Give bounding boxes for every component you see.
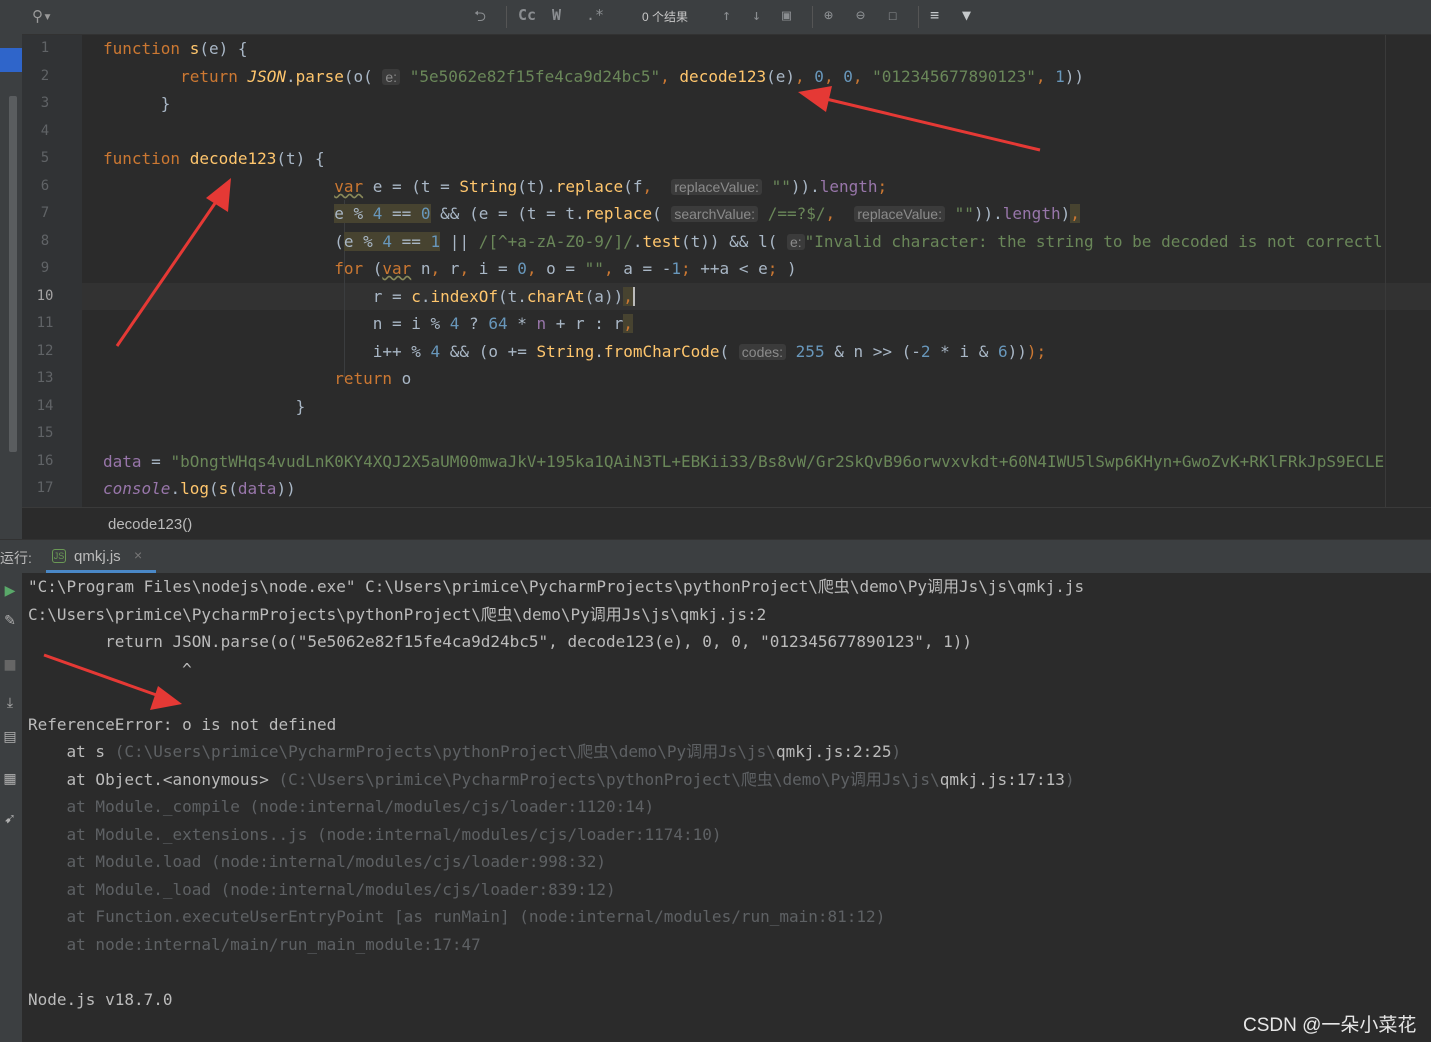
code-line: var e = (t = String(t).replace(f, replac… xyxy=(334,177,888,196)
left-tool-strip xyxy=(0,0,22,540)
line-number: 8 xyxy=(40,233,50,249)
layout-icon[interactable]: ▦ xyxy=(2,771,18,787)
pin-icon[interactable]: ➹ xyxy=(2,811,18,827)
search-input[interactable]: ⚲▾ xyxy=(28,5,468,29)
add-occurrence-icon[interactable]: ⊕ xyxy=(824,6,833,24)
stack-frame-internal: at Function.executeUserEntryPoint [as ru… xyxy=(28,907,886,926)
code-line: i++ % 4 && (o += String.fromCharCode( co… xyxy=(103,342,1047,361)
console-line: ^ xyxy=(28,660,192,679)
regex-button[interactable]: .* xyxy=(586,6,604,24)
line-number: 3 xyxy=(40,95,50,111)
next-occurrence-icon[interactable]: ↓ xyxy=(752,6,761,24)
watermark: CSDN @一朵小菜花 xyxy=(1243,1015,1417,1036)
toolbar-separator xyxy=(812,6,813,28)
stop-icon[interactable]: ■ xyxy=(2,657,18,673)
code-line: function s(e) { xyxy=(103,39,248,58)
print-icon[interactable]: ▤ xyxy=(2,729,18,745)
line-number: 6 xyxy=(40,178,50,194)
stack-frame-internal: at Module.load (node:internal/modules/cj… xyxy=(28,852,606,871)
code-line: r = c.indexOf(t.charAt(a)), xyxy=(103,287,635,306)
search-results-count: 0 个结果 xyxy=(642,10,689,24)
error-message: ReferenceError: o is not defined xyxy=(28,715,337,734)
rerun-icon[interactable]: ▶ xyxy=(2,583,18,599)
code-line: return o xyxy=(334,369,412,388)
right-margin-guide xyxy=(1385,35,1386,507)
line-number: 11 xyxy=(36,315,54,331)
toolbar-separator xyxy=(918,6,919,28)
code-line: n = i % 4 ? 64 * n + r : r, xyxy=(103,314,633,333)
run-side-toolbar: ▶ ✎ ■ ⤓ ▤ ▦ ➹ xyxy=(0,573,22,1042)
line-number: 16 xyxy=(36,453,54,469)
previous-occurrence-icon[interactable]: ↑ xyxy=(722,6,731,24)
stack-frame: at Object.<anonymous> (C:\Users\primice\… xyxy=(28,770,1075,789)
select-all-icon[interactable]: ▣ xyxy=(782,6,791,24)
line-number: 5 xyxy=(40,150,50,166)
project-marker[interactable] xyxy=(0,48,22,72)
stack-link[interactable]: qmkj.js:2:25 xyxy=(776,742,892,761)
console-line: "C:\Program Files\nodejs\node.exe" C:\Us… xyxy=(28,577,1085,596)
code-line: console.log(s(data)) xyxy=(103,479,296,498)
toolbar-separator xyxy=(506,6,507,28)
editor-gutter: 1 2 3 4 5 6 7 8 9 10 11 12 13 14 15 16 1… xyxy=(22,35,99,507)
console-line: C:\Users\primice\PycharmProjects\pythonP… xyxy=(28,605,767,624)
code-line: } xyxy=(103,94,171,113)
breadcrumb: decode123() xyxy=(22,507,1431,540)
line-number: 9 xyxy=(40,260,50,276)
left-scrollbar[interactable] xyxy=(9,96,17,452)
stack-frame-internal: at Module._compile (node:internal/module… xyxy=(28,797,655,816)
line-number: 1 xyxy=(40,40,50,56)
run-console[interactable]: "C:\Program Files\nodejs\node.exe" C:\Us… xyxy=(22,573,1431,1042)
line-number: 7 xyxy=(40,205,50,221)
breadcrumb-item[interactable]: decode123() xyxy=(108,516,192,533)
line-number: 13 xyxy=(36,370,54,386)
stack-frame-internal: at node:internal/main/run_main_module:17… xyxy=(28,935,481,954)
whole-word-button[interactable]: W xyxy=(552,6,561,24)
undo-icon[interactable]: ⮌ xyxy=(474,6,486,31)
remove-occurrence-icon[interactable]: ⊖ xyxy=(856,6,865,24)
tab-title: qmkj.js xyxy=(74,548,121,565)
scroll-to-end-icon[interactable]: ⤓ xyxy=(2,695,18,711)
find-toolbar: ⚲▾ ⮌ Cc W .* 0 个结果 ↑ ↓ ▣ ⊕ ⊖ ☐ ≡ ▼ xyxy=(22,0,1431,35)
run-tool-window-header: 运行: JS qmkj.js × xyxy=(0,539,1431,574)
line-number: 12 xyxy=(36,343,54,359)
match-case-button[interactable]: Cc xyxy=(518,6,536,24)
close-icon[interactable]: × xyxy=(134,547,142,563)
tab-qmkj[interactable]: JS qmkj.js × xyxy=(46,540,156,573)
code-line: (e % 4 == 1 || /[^+a-zA-Z0-9/]/.test(t))… xyxy=(103,232,1383,251)
line-number: 15 xyxy=(36,425,54,441)
line-number-current: 10 xyxy=(36,288,54,304)
code-line: e % 4 == 0 && (e = (t = t.replace( searc… xyxy=(334,204,1080,223)
stack-frame-internal: at Module._extensions..js (node:internal… xyxy=(28,825,722,844)
console-line: return JSON.parse(o("5e5062e82f15fe4ca9d… xyxy=(28,632,973,651)
filter-options-icon[interactable]: ≡ xyxy=(930,6,939,24)
search-icon[interactable]: ⚲▾ xyxy=(32,7,52,25)
toggle-selection-icon[interactable]: ☐ xyxy=(888,6,897,24)
line-number: 2 xyxy=(40,68,50,84)
node-version: Node.js v18.7.0 xyxy=(28,990,173,1009)
stack-link[interactable]: qmkj.js:17:13 xyxy=(940,770,1065,789)
run-label: 运行: xyxy=(0,550,32,566)
line-number: 4 xyxy=(40,123,50,139)
line-number: 14 xyxy=(36,398,54,414)
stack-frame: at s (C:\Users\primice\PycharmProjects\p… xyxy=(28,742,902,761)
line-number: 17 xyxy=(36,480,54,496)
code-editor[interactable]: function s(e) { return JSON.parse(o( e: … xyxy=(82,35,1431,507)
code-line: for (var n, r, i = 0, o = "", a = -1; ++… xyxy=(334,259,797,278)
code-line: function decode123(t) { xyxy=(103,149,325,168)
nodejs-icon: JS xyxy=(52,549,66,563)
stack-frame-internal: at Module._load (node:internal/modules/c… xyxy=(28,880,616,899)
code-line: } xyxy=(103,397,306,416)
wrench-icon[interactable]: ✎ xyxy=(2,613,18,629)
code-line: return JSON.parse(o( e: "5e5062e82f15fe4… xyxy=(180,67,1085,86)
filter-icon[interactable]: ▼ xyxy=(962,6,971,24)
code-line: data = "bOngtWHqs4vudLnK0KY4XQJ2X5aUM00m… xyxy=(103,452,1385,471)
